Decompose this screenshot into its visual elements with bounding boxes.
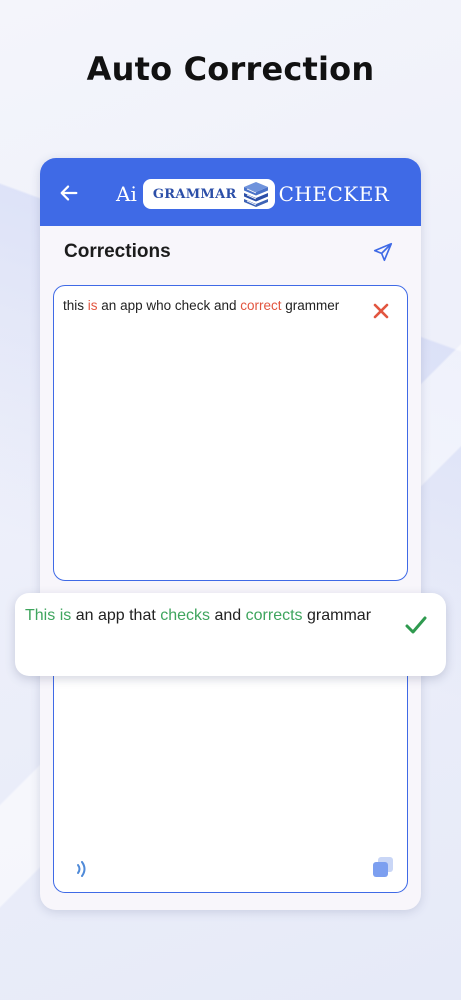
book-stack-icon [243, 182, 268, 207]
page-title: Corrections [64, 241, 171, 262]
logo-grammar-text: GRAMMAR [152, 186, 237, 202]
text-word: an [75, 607, 94, 624]
logo-pill: GRAMMAR [142, 179, 275, 209]
send-icon[interactable] [372, 241, 394, 263]
speaker-icon[interactable] [74, 859, 88, 879]
text-word: check [174, 298, 211, 313]
text-word: who [146, 298, 172, 313]
logo-ai-text: Ai [116, 182, 137, 206]
app-bar: Ai GRAMMAR CHECKER [40, 158, 421, 226]
text-word: app [97, 607, 125, 624]
text-word: app [120, 298, 143, 313]
input-text-area[interactable]: this is an app who check and correct gra… [53, 285, 408, 581]
input-text[interactable]: this is an app who check and correct gra… [63, 296, 363, 316]
corrected-text: This is an app that checks and corrects … [25, 603, 381, 628]
phone-frame: Ai GRAMMAR CHECKER Corrections this is a… [40, 158, 421, 910]
promo-headline: Auto Correction [86, 50, 375, 88]
app-logo: Ai GRAMMAR CHECKER [116, 178, 389, 210]
correction-result-card: This is an app that checks and corrects … [15, 593, 446, 676]
text-word: corrects [245, 607, 303, 624]
text-word: correct [240, 298, 282, 313]
text-word: and [214, 607, 242, 624]
text-word: is [59, 607, 72, 624]
text-word: grammar [307, 607, 372, 624]
text-word: an [101, 298, 117, 313]
text-word: grammer [285, 298, 340, 313]
copy-icon[interactable] [372, 856, 394, 878]
text-word: This [25, 607, 56, 624]
arrow-left-icon[interactable] [58, 182, 80, 204]
text-word: checks [160, 607, 211, 624]
text-word: that [129, 607, 156, 624]
text-word: and [213, 298, 237, 313]
logo-checker-text: CHECKER [278, 182, 390, 206]
text-word: this [63, 298, 85, 313]
check-icon[interactable] [405, 615, 427, 635]
text-word: is [87, 298, 98, 313]
close-icon[interactable] [372, 302, 390, 320]
